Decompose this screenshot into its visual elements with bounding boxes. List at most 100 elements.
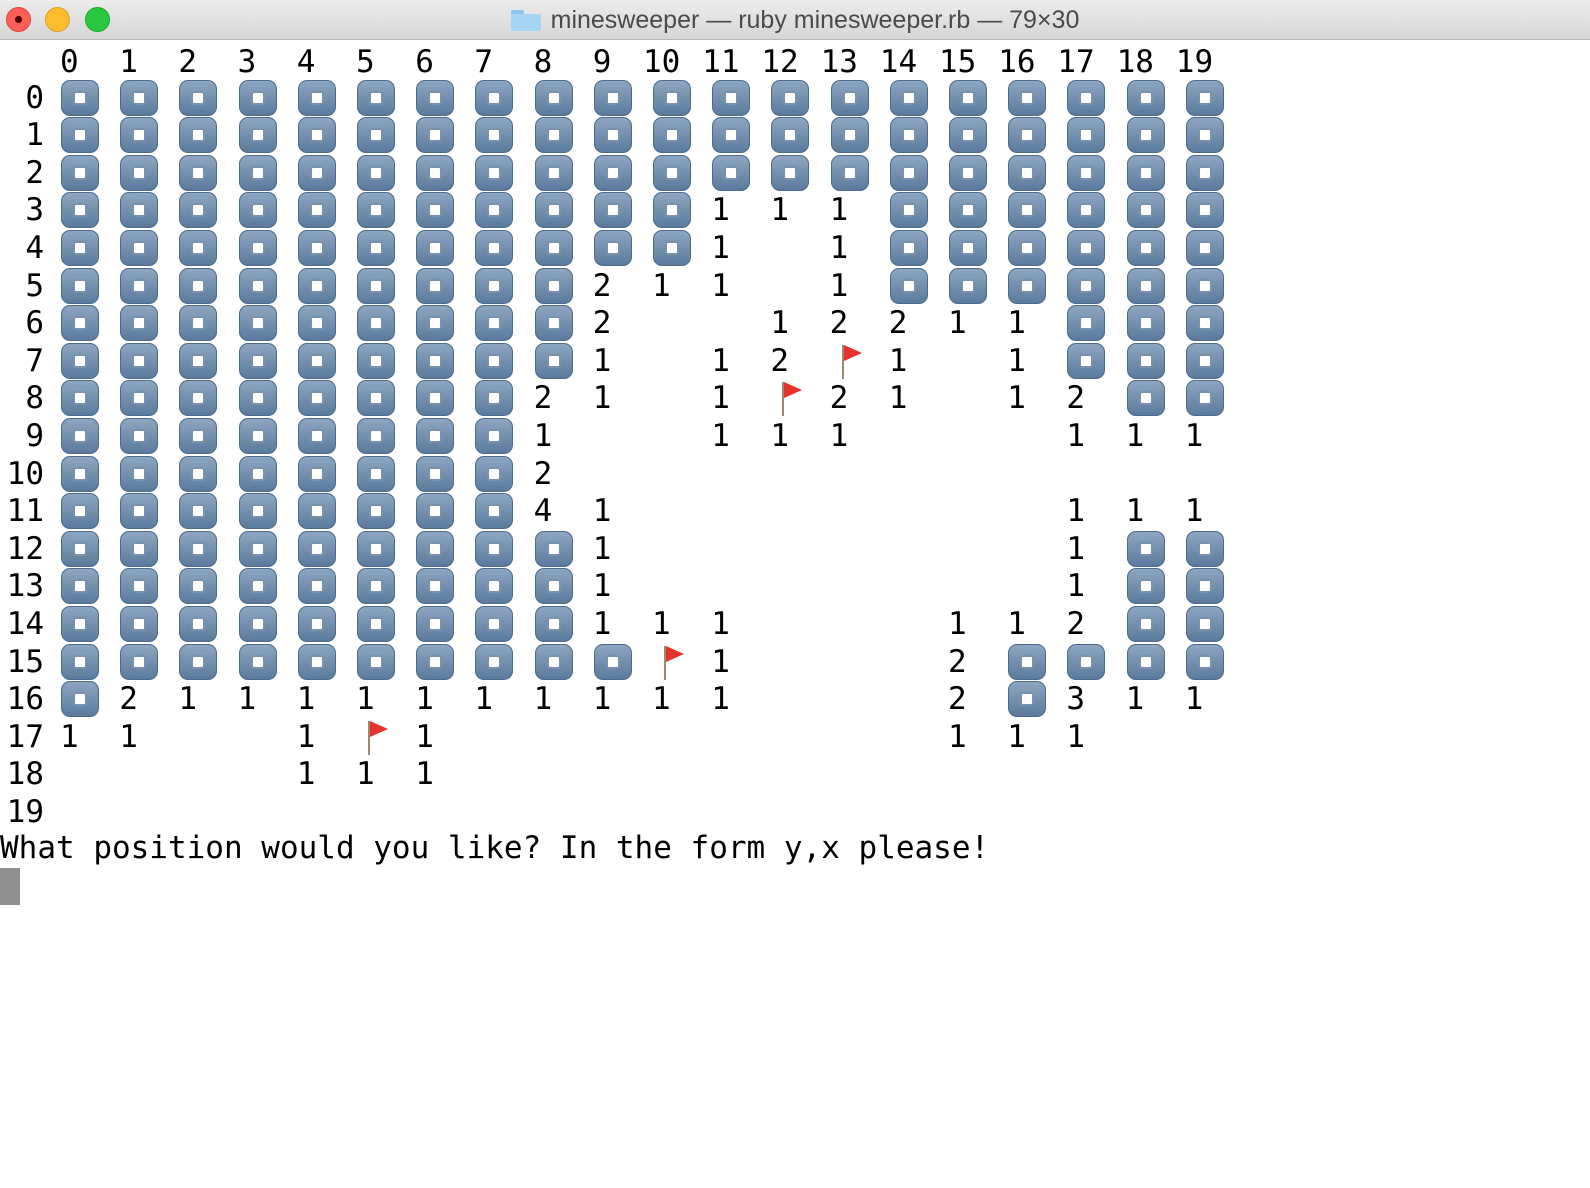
covered-tile-icon[interactable] <box>653 154 691 191</box>
covered-tile-icon[interactable] <box>1067 342 1106 379</box>
covered-tile-icon[interactable] <box>534 530 573 567</box>
covered-tile-icon[interactable] <box>416 305 455 342</box>
covered-tile-icon[interactable] <box>475 267 514 304</box>
covered-tile-icon[interactable] <box>771 154 810 191</box>
covered-tile-icon[interactable] <box>475 117 514 154</box>
covered-tile-icon[interactable] <box>416 455 455 492</box>
covered-tile-icon[interactable] <box>61 605 99 642</box>
covered-tile-icon[interactable] <box>1185 79 1224 116</box>
flag-icon[interactable] <box>840 343 864 379</box>
covered-tile-icon[interactable] <box>120 493 159 530</box>
covered-tile-icon[interactable] <box>120 267 159 304</box>
covered-tile-icon[interactable] <box>238 455 277 492</box>
covered-tile-icon[interactable] <box>1126 605 1165 642</box>
covered-tile-icon[interactable] <box>1008 229 1047 266</box>
covered-tile-icon[interactable] <box>1008 267 1047 304</box>
covered-tile-icon[interactable] <box>1126 192 1165 229</box>
covered-tile-icon[interactable] <box>120 455 159 492</box>
covered-tile-icon[interactable] <box>475 380 514 417</box>
covered-tile-icon[interactable] <box>593 643 632 680</box>
covered-tile-icon[interactable] <box>179 417 218 454</box>
covered-tile-icon[interactable] <box>593 192 632 229</box>
covered-tile-icon[interactable] <box>889 192 928 229</box>
covered-tile-icon[interactable] <box>61 305 99 342</box>
covered-tile-icon[interactable] <box>1185 380 1224 417</box>
covered-tile-icon[interactable] <box>179 568 218 605</box>
covered-tile-icon[interactable] <box>534 568 573 605</box>
covered-tile-icon[interactable] <box>357 154 395 191</box>
covered-tile-icon[interactable] <box>1126 117 1165 154</box>
covered-tile-icon[interactable] <box>889 267 928 304</box>
covered-tile-icon[interactable] <box>357 380 395 417</box>
covered-tile-icon[interactable] <box>475 305 514 342</box>
covered-tile-icon[interactable] <box>238 117 277 154</box>
covered-tile-icon[interactable] <box>1008 192 1047 229</box>
covered-tile-icon[interactable] <box>416 267 455 304</box>
covered-tile-icon[interactable] <box>1185 267 1224 304</box>
covered-tile-icon[interactable] <box>179 192 218 229</box>
covered-tile-icon[interactable] <box>593 154 632 191</box>
covered-tile-icon[interactable] <box>61 342 99 379</box>
covered-tile-icon[interactable] <box>1185 568 1224 605</box>
covered-tile-icon[interactable] <box>949 117 987 154</box>
covered-tile-icon[interactable] <box>238 192 277 229</box>
covered-tile-icon[interactable] <box>1126 643 1165 680</box>
covered-tile-icon[interactable] <box>475 568 514 605</box>
covered-tile-icon[interactable] <box>416 380 455 417</box>
covered-tile-icon[interactable] <box>179 493 218 530</box>
covered-tile-icon[interactable] <box>238 380 277 417</box>
covered-tile-icon[interactable] <box>1126 342 1165 379</box>
covered-tile-icon[interactable] <box>357 79 395 116</box>
covered-tile-icon[interactable] <box>297 568 336 605</box>
covered-tile-icon[interactable] <box>1126 380 1165 417</box>
covered-tile-icon[interactable] <box>416 79 455 116</box>
covered-tile-icon[interactable] <box>475 417 514 454</box>
covered-tile-icon[interactable] <box>830 117 869 154</box>
covered-tile-icon[interactable] <box>238 643 277 680</box>
flag-icon[interactable] <box>366 719 390 755</box>
covered-tile-icon[interactable] <box>1008 643 1047 680</box>
covered-tile-icon[interactable] <box>416 417 455 454</box>
covered-tile-icon[interactable] <box>297 154 336 191</box>
covered-tile-icon[interactable] <box>357 605 395 642</box>
covered-tile-icon[interactable] <box>534 154 573 191</box>
covered-tile-icon[interactable] <box>534 229 573 266</box>
covered-tile-icon[interactable] <box>297 643 336 680</box>
covered-tile-icon[interactable] <box>593 79 632 116</box>
covered-tile-icon[interactable] <box>61 568 99 605</box>
covered-tile-icon[interactable] <box>416 229 455 266</box>
covered-tile-icon[interactable] <box>120 568 159 605</box>
covered-tile-icon[interactable] <box>475 530 514 567</box>
covered-tile-icon[interactable] <box>475 192 514 229</box>
covered-tile-icon[interactable] <box>949 267 987 304</box>
covered-tile-icon[interactable] <box>61 681 99 718</box>
covered-tile-icon[interactable] <box>297 530 336 567</box>
covered-tile-icon[interactable] <box>120 417 159 454</box>
covered-tile-icon[interactable] <box>1008 79 1047 116</box>
covered-tile-icon[interactable] <box>534 117 573 154</box>
covered-tile-icon[interactable] <box>61 530 99 567</box>
covered-tile-icon[interactable] <box>1067 192 1106 229</box>
covered-tile-icon[interactable] <box>297 493 336 530</box>
covered-tile-icon[interactable] <box>238 568 277 605</box>
covered-tile-icon[interactable] <box>297 417 336 454</box>
covered-tile-icon[interactable] <box>416 154 455 191</box>
covered-tile-icon[interactable] <box>297 192 336 229</box>
covered-tile-icon[interactable] <box>179 154 218 191</box>
covered-tile-icon[interactable] <box>297 117 336 154</box>
text-cursor[interactable] <box>0 868 20 905</box>
covered-tile-icon[interactable] <box>1126 229 1165 266</box>
covered-tile-icon[interactable] <box>949 229 987 266</box>
flag-icon[interactable] <box>662 644 686 680</box>
covered-tile-icon[interactable] <box>949 192 987 229</box>
covered-tile-icon[interactable] <box>416 342 455 379</box>
covered-tile-icon[interactable] <box>830 154 869 191</box>
covered-tile-icon[interactable] <box>120 643 159 680</box>
covered-tile-icon[interactable] <box>949 154 987 191</box>
covered-tile-icon[interactable] <box>297 79 336 116</box>
covered-tile-icon[interactable] <box>1008 154 1047 191</box>
covered-tile-icon[interactable] <box>61 643 99 680</box>
covered-tile-icon[interactable] <box>889 229 928 266</box>
covered-tile-icon[interactable] <box>357 568 395 605</box>
covered-tile-icon[interactable] <box>179 380 218 417</box>
